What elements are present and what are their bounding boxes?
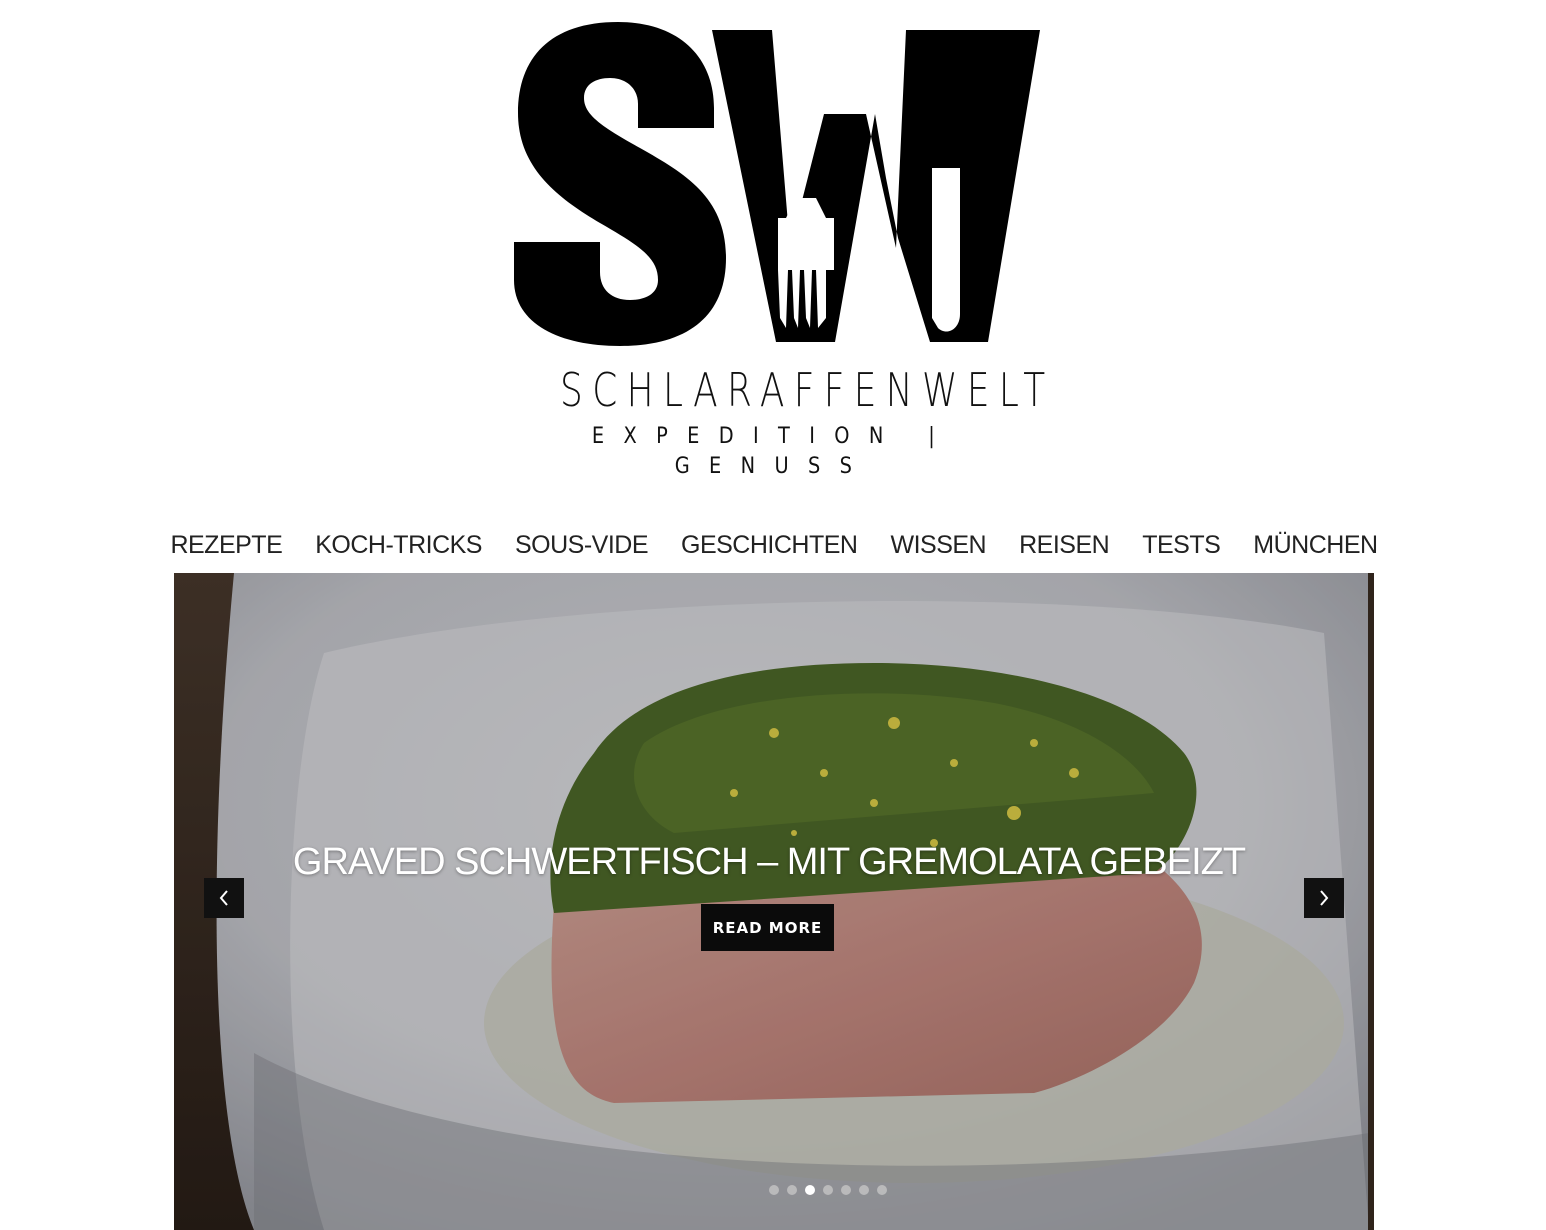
nav-item-tests[interactable]: TESTS [1142,531,1221,560]
nav-item-muenchen[interactable]: MÜNCHEN [1253,531,1378,560]
main-nav: REZEPTE KOCH-TRICKS SOUS-VIDE GESCHICHTE… [170,520,1378,570]
nav-item-koch-tricks[interactable]: KOCH-TRICKS [315,531,482,560]
slider-next-button[interactable] [1304,878,1344,918]
slider-dots [174,1185,1374,1195]
chevron-left-icon [219,890,228,906]
nav-item-sous-vide[interactable]: SOUS-VIDE [515,531,649,560]
slider-dot[interactable] [841,1185,851,1195]
nav-item-wissen[interactable]: WISSEN [890,531,986,560]
slider-dot[interactable] [787,1185,797,1195]
slider-dot[interactable] [769,1185,779,1195]
brand-tagline: EXPEDITION | GENUSS [591,424,955,479]
nav-item-reisen[interactable]: REISEN [1019,531,1110,560]
chevron-right-icon [1320,890,1329,906]
slider-dot[interactable] [805,1185,815,1195]
nav-item-geschichten[interactable]: GESCHICHTEN [681,531,858,560]
slider-dot[interactable] [877,1185,887,1195]
slider-dot[interactable] [823,1185,833,1195]
brand-name: SCHLARAFFENWELT [560,363,1055,417]
slide-overlay [174,573,1374,1230]
slider-prev-button[interactable] [204,878,244,918]
slide-title: GRAVED SCHWERTFISCH – MIT GREMOLATA GEBE… [292,841,1246,883]
featured-slider: GRAVED SCHWERTFISCH – MIT GREMOLATA GEBE… [174,573,1374,1230]
nav-item-rezepte[interactable]: REZEPTE [170,531,282,560]
read-more-button[interactable]: READ MORE [701,904,834,951]
page: SCHLARAFFENWELT EXPEDITION | GENUSS REZE… [0,0,1546,1230]
slider-dot[interactable] [859,1185,869,1195]
